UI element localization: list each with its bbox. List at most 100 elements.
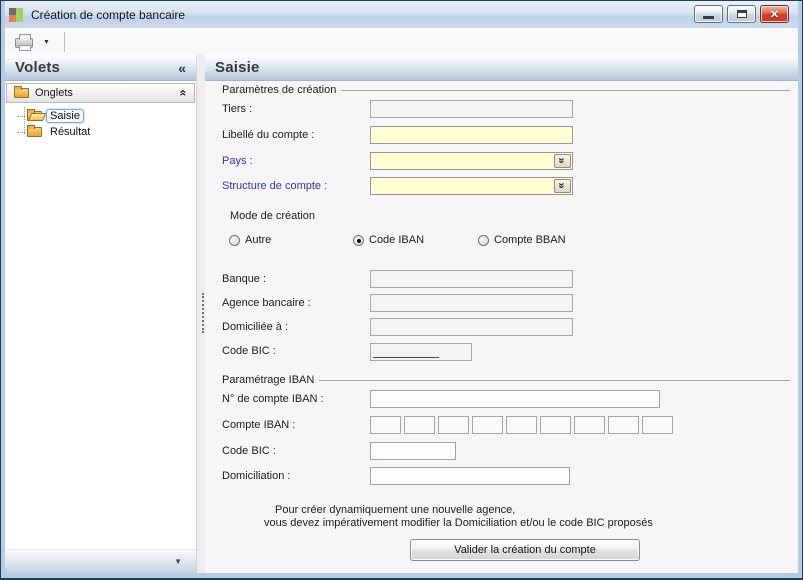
- mode-creation-label: Mode de création: [230, 210, 315, 222]
- iban-segment-input[interactable]: [438, 416, 469, 434]
- main-panel: Saisie Paramètres de création Tiers : Li…: [205, 55, 798, 573]
- tree-item-saisie[interactable]: Saisie: [5, 108, 196, 124]
- iban-code-bic-label: Code BIC :: [222, 444, 276, 457]
- print-button[interactable]: ▼: [11, 33, 54, 51]
- group-title: Paramètres de création: [222, 83, 337, 96]
- pays-label: Pays :: [222, 154, 253, 167]
- sidebar-header: Volets «: [5, 55, 196, 81]
- domiciliation-input[interactable]: [370, 466, 570, 485]
- row-pays: Pays : «: [222, 148, 790, 173]
- pays-dropdown-button[interactable]: «: [554, 153, 571, 168]
- sidebar: Volets « Onglets « Saisie Résultat ▼: [5, 55, 197, 573]
- radio-autre-label: Autre: [245, 234, 272, 246]
- tree-item-resultat[interactable]: Résultat: [5, 124, 196, 140]
- titlebar: Création de compte bancaire ✕: [5, 1, 798, 28]
- radio-compte-bban-icon[interactable]: [478, 234, 489, 246]
- pays-combobox[interactable]: «: [370, 151, 573, 170]
- iban-segments: [370, 416, 673, 434]
- panel-gap: [197, 55, 205, 573]
- code-bic-label: Code BIC :: [222, 345, 276, 357]
- code-bic-input[interactable]: [370, 342, 472, 361]
- row-tiers: Tiers :: [222, 96, 790, 122]
- validate-button[interactable]: Valider la création du compte: [410, 539, 640, 561]
- form-saisie: Paramètres de création Tiers : Libellé d…: [205, 81, 798, 573]
- agence-label: Agence bancaire :: [222, 297, 311, 309]
- row-agence: Agence bancaire :: [222, 291, 790, 315]
- client-area: ▼ Volets « Onglets « Saisie Résultat ▼ S…: [5, 28, 798, 573]
- row-libelle: Libellé du compte :: [222, 122, 790, 148]
- printer-icon: [15, 33, 33, 51]
- window-title: Création de compte bancaire: [31, 7, 186, 22]
- app-window: Création de compte bancaire ✕ ▼ Volets «: [0, 0, 803, 580]
- numero-iban-input[interactable]: [370, 390, 660, 408]
- note-line-1: Pour créer dynamiquement une nouvelle ag…: [275, 504, 516, 516]
- row-banque: Banque :: [222, 266, 790, 291]
- maximize-button[interactable]: [727, 5, 756, 23]
- minimize-button[interactable]: [694, 5, 723, 23]
- row-structure: Structure de compte : «: [222, 173, 790, 198]
- chevron-down-icon: «: [556, 157, 568, 164]
- radio-code-iban-icon[interactable]: [353, 234, 364, 246]
- toolbar-separator: [63, 31, 65, 52]
- sidebar-group-onglets[interactable]: Onglets «: [6, 83, 195, 103]
- toolbar: ▼: [5, 28, 798, 55]
- window-controls: ✕: [694, 5, 789, 23]
- iban-segment-input[interactable]: [574, 416, 605, 434]
- domiciliee-label: Domiciliée à :: [222, 321, 289, 333]
- minimize-icon: [703, 16, 714, 19]
- radio-autre-icon[interactable]: [229, 234, 240, 246]
- submit-row: Valider la création du compte: [222, 539, 790, 561]
- radio-autre[interactable]: Autre: [229, 234, 353, 246]
- iban-segment-input[interactable]: [506, 416, 537, 434]
- tree-item-label[interactable]: Résultat: [46, 125, 94, 139]
- folder-icon: [27, 125, 42, 137]
- row-domiciliation: Domiciliation :: [222, 463, 790, 488]
- sidebar-group-label: Onglets: [35, 87, 73, 99]
- iban-segment-input[interactable]: [540, 416, 571, 434]
- structure-combobox[interactable]: «: [370, 176, 573, 195]
- close-icon: ✕: [769, 8, 780, 21]
- main-header: Saisie: [205, 55, 798, 81]
- iban-segment-input[interactable]: [642, 416, 673, 434]
- chevron-down-icon: «: [556, 182, 568, 189]
- iban-segment-input[interactable]: [608, 416, 639, 434]
- group-title: Paramétrage IBAN: [222, 373, 315, 386]
- maximize-icon: [736, 10, 747, 18]
- numero-iban-label: N° de compte IBAN :: [222, 393, 324, 405]
- compte-iban-label: Compte IBAN :: [222, 419, 296, 431]
- domiciliation-label: Domiciliation :: [222, 469, 291, 482]
- radio-compte-bban[interactable]: Compte BBAN: [478, 234, 566, 246]
- sidebar-title: Volets: [15, 59, 61, 76]
- agence-input[interactable]: [370, 294, 573, 312]
- iban-segment-input[interactable]: [370, 416, 401, 434]
- group-collapse-icon[interactable]: «: [177, 90, 191, 97]
- row-domiciliee: Domiciliée à :: [222, 315, 790, 339]
- sidebar-collapse-icon[interactable]: «: [178, 61, 186, 75]
- splitter-dots[interactable]: [202, 293, 204, 333]
- iban-segment-input[interactable]: [472, 416, 503, 434]
- libelle-input[interactable]: [370, 126, 573, 144]
- panels: Volets « Onglets « Saisie Résultat ▼ Sai…: [5, 55, 798, 573]
- structure-dropdown-button[interactable]: «: [554, 178, 571, 193]
- group-parametrage-iban: Paramétrage IBAN: [222, 373, 790, 386]
- print-dropdown-icon[interactable]: ▼: [43, 39, 50, 46]
- banque-label: Banque :: [222, 272, 267, 285]
- mode-radio-group: Autre Code IBAN Compte BBAN: [222, 228, 790, 252]
- tiers-input[interactable]: [370, 100, 573, 118]
- row-iban-code-bic: Code BIC :: [222, 438, 790, 463]
- footer-dropdown-icon[interactable]: ▼: [174, 557, 182, 566]
- app-icon: [9, 7, 24, 22]
- tree-connector: [17, 115, 25, 117]
- close-button[interactable]: ✕: [760, 5, 789, 23]
- radio-compte-bban-label: Compte BBAN: [494, 234, 566, 246]
- iban-segment-input[interactable]: [404, 416, 435, 434]
- open-folder-icon: [27, 109, 42, 121]
- row-code-bic: Code BIC :: [222, 339, 790, 363]
- banque-input[interactable]: [370, 269, 573, 288]
- iban-code-bic-input[interactable]: [370, 441, 456, 460]
- radio-code-iban[interactable]: Code IBAN: [353, 234, 478, 246]
- domiciliee-input[interactable]: [370, 318, 573, 336]
- tree-item-label[interactable]: Saisie: [46, 109, 84, 123]
- structure-label: Structure de compte :: [222, 179, 328, 192]
- tree-connector: [17, 131, 25, 133]
